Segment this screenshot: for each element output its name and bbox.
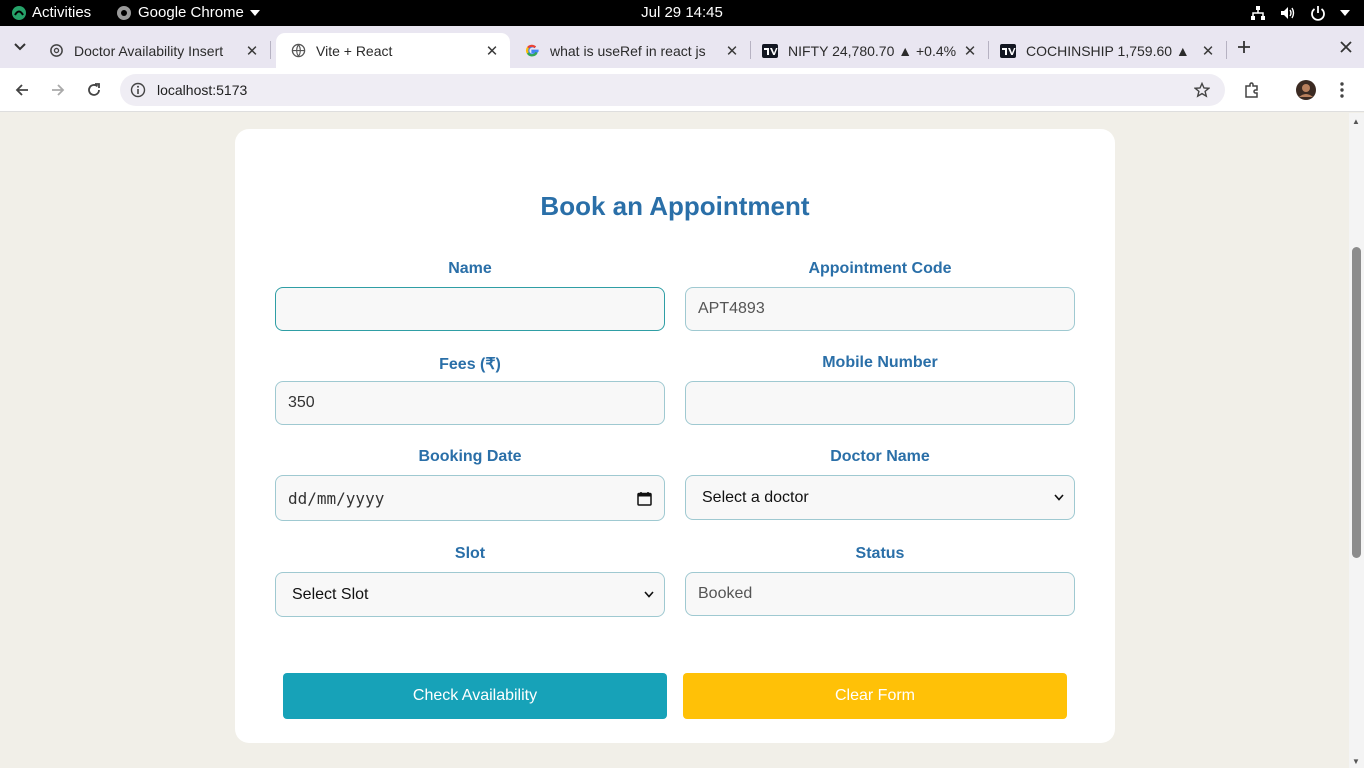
bookmark-star-icon[interactable] bbox=[1192, 80, 1212, 100]
tab-separator bbox=[270, 41, 271, 59]
calendar-icon[interactable] bbox=[637, 491, 652, 506]
tab-title: Doctor Availability Insert bbox=[74, 42, 224, 59]
close-icon[interactable]: ✕ bbox=[242, 42, 262, 60]
slot-select[interactable]: Select Slot bbox=[275, 572, 665, 617]
close-icon[interactable]: ✕ bbox=[1198, 42, 1218, 60]
form-title: Book an Appointment bbox=[540, 191, 810, 221]
doctor-select-value: Select a doctor bbox=[702, 488, 809, 506]
name-label: Name bbox=[448, 260, 492, 277]
volume-icon bbox=[1281, 7, 1295, 19]
page-viewport: Book an Appointment Name Appointment Cod… bbox=[0, 113, 1349, 768]
system-tray[interactable] bbox=[1250, 5, 1350, 21]
doctor-select[interactable]: Select a doctor bbox=[685, 475, 1075, 520]
arrow-right-icon bbox=[52, 84, 65, 96]
tab-doctor-availability[interactable]: Doctor Availability Insert ✕ bbox=[34, 33, 271, 68]
booking-date-input[interactable]: dd/mm/yyyy bbox=[275, 475, 665, 521]
tab-strip: Doctor Availability Insert ✕ Vite + Reac… bbox=[0, 26, 1364, 68]
avatar-icon bbox=[1296, 80, 1316, 100]
forward-button[interactable] bbox=[48, 80, 68, 100]
fees-input[interactable]: 350 bbox=[275, 381, 665, 425]
new-tab-button[interactable] bbox=[1234, 37, 1254, 57]
tab-separator bbox=[1226, 41, 1227, 59]
more-vert-icon bbox=[1340, 82, 1344, 98]
date-placeholder: dd/mm/yyyy bbox=[288, 488, 385, 508]
appointment-form-card: Book an Appointment Name Appointment Cod… bbox=[235, 129, 1115, 743]
clear-form-button[interactable]: Clear Form bbox=[683, 673, 1067, 719]
tab-title: COCHINSHIP 1,759.60 ▲ bbox=[1026, 42, 1190, 59]
chevron-down-icon bbox=[1054, 494, 1064, 501]
chrome-menu-button[interactable] bbox=[1332, 80, 1352, 100]
google-icon bbox=[524, 43, 540, 59]
globe-icon bbox=[290, 43, 306, 59]
page-scrollbar[interactable]: ▲ ▼ bbox=[1349, 113, 1364, 768]
status-label: Status bbox=[855, 545, 905, 562]
status-input[interactable]: Booked bbox=[685, 572, 1075, 616]
tradingview-icon bbox=[1000, 43, 1016, 59]
close-icon[interactable]: ✕ bbox=[482, 42, 502, 60]
slot-select-value: Select Slot bbox=[292, 585, 369, 603]
chevron-down-icon bbox=[1340, 10, 1350, 16]
close-icon[interactable]: ✕ bbox=[960, 42, 980, 60]
name-input[interactable] bbox=[275, 287, 665, 331]
system-top-bar: Activities Google Chrome Jul 29 14:45 bbox=[0, 0, 1364, 26]
tab-cochinship[interactable]: COCHINSHIP 1,759.60 ▲ ✕ bbox=[986, 33, 1227, 68]
openai-icon bbox=[48, 43, 64, 59]
reload-icon bbox=[88, 83, 100, 96]
browser-toolbar: localhost:5173 bbox=[0, 68, 1364, 112]
mobile-number-input[interactable] bbox=[685, 381, 1075, 425]
slot-label: Slot bbox=[454, 545, 486, 562]
plus-icon bbox=[1238, 41, 1250, 53]
check-availability-button[interactable]: Check Availability bbox=[283, 673, 667, 719]
tab-search-button[interactable] bbox=[10, 37, 30, 57]
tradingview-icon bbox=[762, 43, 778, 59]
scrollbar-thumb[interactable] bbox=[1352, 247, 1361, 558]
scroll-up-arrow-icon[interactable]: ▲ bbox=[1352, 117, 1360, 126]
back-button[interactable] bbox=[12, 80, 32, 100]
power-icon bbox=[1311, 6, 1325, 21]
close-icon[interactable]: ✕ bbox=[722, 42, 742, 60]
scroll-down-arrow-icon[interactable]: ▼ bbox=[1352, 757, 1360, 766]
tab-google-search[interactable]: what is useRef in react js ✕ bbox=[510, 33, 751, 68]
reload-button[interactable] bbox=[84, 80, 104, 100]
appointment-code-input[interactable]: APT4893 bbox=[685, 287, 1075, 331]
appointment-code-label: Appointment Code bbox=[808, 260, 952, 277]
close-window-button[interactable] bbox=[1336, 37, 1356, 57]
mobile-number-label: Mobile Number bbox=[822, 354, 938, 371]
chevron-down-icon bbox=[14, 43, 26, 51]
profile-avatar[interactable] bbox=[1296, 80, 1316, 100]
tab-title: what is useRef in react js bbox=[550, 42, 706, 59]
puzzle-icon bbox=[1245, 82, 1258, 98]
chevron-down-icon bbox=[644, 591, 654, 598]
clock[interactable]: Jul 29 14:45 bbox=[0, 4, 1364, 21]
close-icon bbox=[1340, 41, 1352, 53]
address-bar[interactable]: localhost:5173 bbox=[120, 74, 1225, 106]
tab-title: NIFTY 24,780.70 ▲ +0.4% bbox=[788, 42, 957, 59]
tab-title: Vite + React bbox=[316, 42, 393, 59]
doctor-name-label: Doctor Name bbox=[830, 448, 930, 465]
tab-vite-react[interactable]: Vite + React ✕ bbox=[276, 33, 510, 68]
arrow-left-icon bbox=[15, 84, 28, 96]
site-info-icon[interactable] bbox=[128, 80, 148, 100]
tab-nifty[interactable]: NIFTY 24,780.70 ▲ +0.4% ✕ bbox=[748, 33, 989, 68]
network-icon bbox=[1251, 6, 1265, 20]
extensions-button[interactable] bbox=[1242, 80, 1262, 100]
booking-date-label: Booking Date bbox=[418, 448, 522, 465]
fees-label: Fees (₹) bbox=[439, 356, 501, 373]
url-text: localhost:5173 bbox=[157, 82, 248, 98]
